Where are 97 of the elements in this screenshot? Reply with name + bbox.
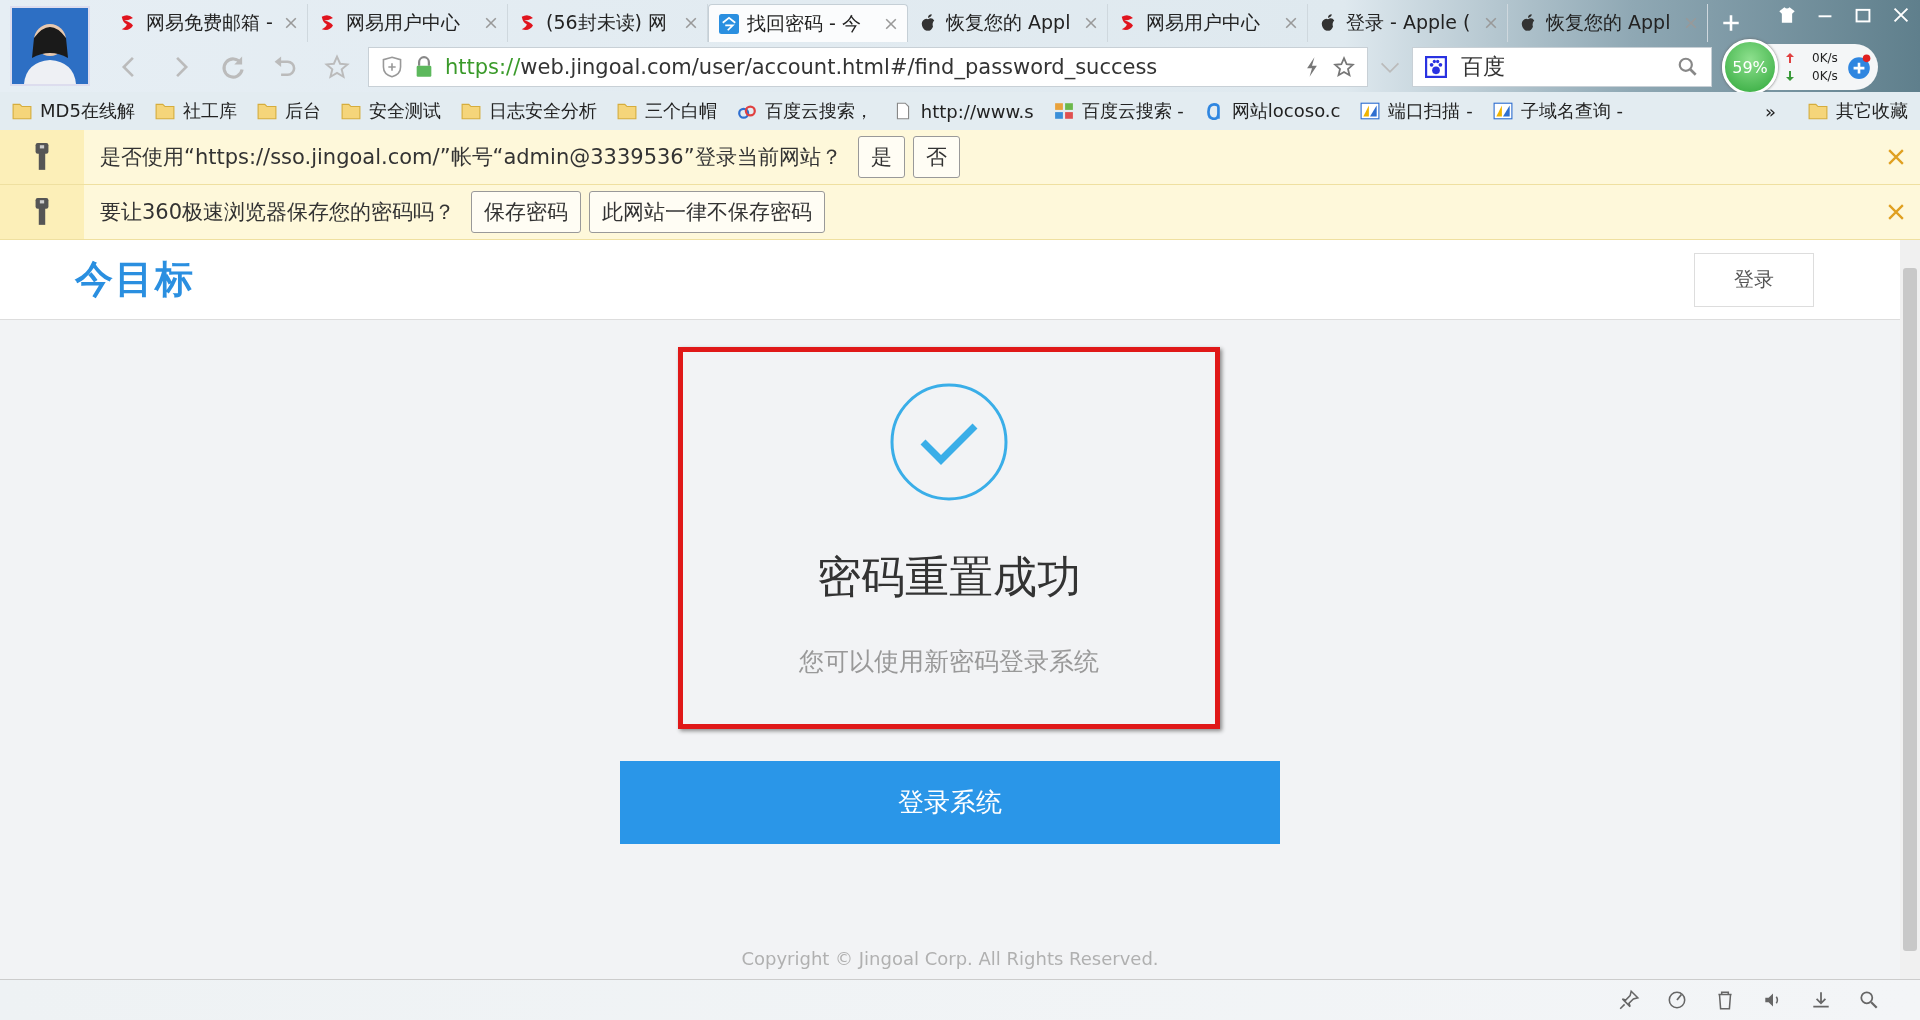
gauge-icon[interactable]	[1666, 989, 1688, 1011]
bookmark-item[interactable]: 三个白帽	[616, 99, 717, 123]
scrollbar[interactable]	[1900, 240, 1920, 979]
key-icon	[34, 142, 50, 172]
login-button[interactable]: 登录	[1694, 252, 1814, 307]
address-bar[interactable]: https://web.jingoal.com/user/account.html#/find_password_success	[368, 47, 1368, 87]
search-icon[interactable]	[1677, 56, 1699, 78]
bookmark-item[interactable]: http://www.s	[892, 100, 1034, 122]
bookmark-item[interactable]: 百度云搜索 -	[1053, 99, 1184, 123]
folder-icon	[1808, 102, 1828, 120]
folder-icon	[154, 102, 175, 120]
maximize-icon[interactable]	[1854, 6, 1872, 24]
down-arrow-icon	[1786, 71, 1794, 81]
search-engine-name: 百度	[1461, 53, 1506, 81]
tab-title: 找回密码 - 今	[747, 10, 862, 36]
info-bar-button[interactable]: 此网站一律不保存密码	[589, 191, 826, 233]
bookmark-label: 网站locoso.c	[1231, 99, 1341, 123]
bookmark-item[interactable]: 端口扫描 -	[1360, 99, 1473, 123]
bookmark-item[interactable]: 社工库	[154, 99, 237, 123]
url-text: https://web.jingoal.com/user/account.html#/find_password_success	[445, 55, 1159, 79]
success-message: 您可以使用新密码登录系统	[798, 646, 1099, 678]
bookmark-label: 日志安全分析	[488, 99, 597, 123]
tab-title: 恢复您的 Appl	[1546, 10, 1672, 35]
download-speed: 0K/s	[1812, 69, 1838, 83]
chart-icon	[1492, 102, 1513, 120]
bookmark-item[interactable]: 网站locoso.c	[1203, 99, 1341, 123]
tab-title: 登录 - Apple (	[1346, 10, 1472, 35]
pinwheel-icon	[1053, 102, 1074, 120]
info-message: 是否使用“https://sso.jingoal.com/”帐号“admin@3339536”登录当前网站？	[100, 144, 842, 171]
bookmark-label: 安全测试	[368, 99, 441, 123]
bookmark-item[interactable]: 其它收藏	[1808, 99, 1908, 123]
check-circle-icon	[888, 382, 1009, 502]
bookmark-label: 子域名查询 -	[1520, 99, 1623, 123]
bookmark-label: 端口扫描 -	[1388, 99, 1473, 123]
shield-icon	[381, 56, 403, 78]
browser-tab[interactable]: 找回密码 - 今	[708, 4, 908, 42]
close-icon[interactable]	[285, 17, 297, 29]
bookmark-item[interactable]: 后台	[256, 99, 321, 123]
close-icon[interactable]	[1085, 17, 1097, 29]
info-bar-button[interactable]: 否	[912, 136, 960, 178]
info-bar-button[interactable]: 保存密码	[471, 191, 582, 233]
up-arrow-icon	[1786, 53, 1794, 63]
copyright-text: Copyright © Jingoal Corp. All Rights Reserved.	[741, 948, 1159, 969]
tab-title: (56封未读) 网	[546, 10, 669, 35]
folder-icon	[256, 102, 277, 120]
folder-icon	[340, 102, 361, 120]
bookmark-label: 三个白帽	[644, 99, 717, 123]
bookmark-label: 社工库	[182, 99, 237, 123]
close-icon[interactable]	[1888, 149, 1904, 165]
browser-tab[interactable]: 网易免费邮箱 -	[108, 4, 308, 42]
tab-title: 网易用户中心	[346, 10, 461, 35]
star-icon[interactable]	[1333, 56, 1355, 78]
info-message: 要让360极速浏览器保存您的密码吗？	[100, 199, 456, 226]
browser-tab[interactable]: 网易用户中心	[1108, 4, 1308, 42]
folder-icon	[12, 102, 32, 120]
bookmark-item[interactable]: 安全测试	[340, 99, 441, 123]
bookmark-label: 百度云搜索 -	[1081, 99, 1184, 123]
close-icon[interactable]	[1888, 204, 1904, 220]
bookmark-item[interactable]: 日志安全分析	[460, 99, 597, 123]
reload-icon[interactable]	[220, 54, 246, 80]
bookmark-label: 百度云搜索，	[764, 99, 873, 123]
tab-title: 网易免费邮箱 -	[146, 10, 274, 35]
info-bar-button[interactable]: 是	[857, 136, 905, 178]
bookmark-item[interactable]: 百度云搜索，	[736, 99, 873, 123]
shirt-icon[interactable]	[1778, 6, 1796, 24]
close-icon[interactable]	[685, 17, 697, 29]
close-icon[interactable]	[885, 17, 897, 30]
bookmark-item[interactable]: MD5在线解	[12, 99, 135, 123]
folder-icon	[460, 102, 481, 120]
upload-speed: 0K/s	[1812, 51, 1838, 65]
folder-icon	[616, 102, 637, 120]
bookmark-label: 其它收藏	[1836, 99, 1908, 123]
tab-title: 恢复您的 Appl	[946, 10, 1072, 35]
close-icon[interactable]	[485, 17, 497, 29]
paw-icon	[1425, 56, 1447, 78]
zoom-icon[interactable]	[1858, 989, 1880, 1011]
browser-tab[interactable]: 恢复您的 Appl	[908, 4, 1108, 42]
success-title: 密码重置成功	[816, 550, 1081, 604]
tab-title: 网易用户中心	[1146, 10, 1261, 35]
pin-icon[interactable]	[1618, 989, 1640, 1011]
close-icon[interactable]	[1485, 17, 1497, 29]
browser-tab[interactable]: 登录 - Apple (	[1308, 4, 1508, 42]
key-icon	[34, 197, 50, 227]
bookmark-label: http://www.s	[920, 100, 1034, 122]
browser-tab[interactable]: 恢复您的 Appl	[1508, 4, 1708, 42]
add-icon[interactable]	[1845, 54, 1872, 80]
close-icon[interactable]	[1285, 17, 1297, 29]
new-tab-icon[interactable]	[1722, 14, 1740, 32]
avatar-icon[interactable]	[10, 6, 90, 86]
bookmark-item[interactable]: 子域名查询 -	[1492, 99, 1623, 123]
bookmark-label: MD5在线解	[40, 99, 135, 123]
bookmark-label: 后台	[284, 99, 321, 123]
browser-tab[interactable]: 网易用户中心	[308, 4, 508, 42]
more-bookmarks-button[interactable]: »	[1765, 100, 1776, 122]
chart-icon	[1360, 102, 1381, 120]
star-icon[interactable]	[324, 54, 350, 80]
search-field[interactable]: 百度	[1412, 47, 1712, 87]
